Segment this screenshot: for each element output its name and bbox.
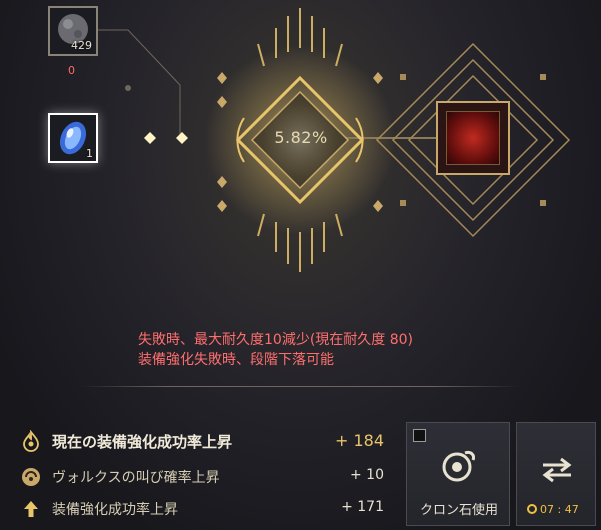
durability-warning: 失敗時、最大耐久度10減少(現在耐久度 80): [138, 332, 414, 348]
success-rate-value: + 171: [341, 499, 384, 515]
valks-rate-label: ヴォルクスの叫び確率上昇: [52, 470, 220, 486]
up-arrow-icon: [24, 501, 38, 517]
black-stone-count: 429: [71, 39, 92, 52]
success-rate-row: 装備強化成功率上昇 + 171: [0, 494, 400, 524]
total-rate-label: 現在の装備強化成功率上昇: [52, 433, 233, 451]
swap-arrows-icon: [542, 457, 572, 483]
flame-swirl-icon: [23, 430, 39, 452]
timer: 07 : 47: [527, 503, 579, 516]
valks-rate-row: ヴォルクスの叫び確率上昇 + 10: [0, 462, 400, 492]
total-rate-value: + 184: [334, 431, 384, 450]
downgrade-warning: 装備強化失敗時、段階下落可能: [138, 352, 334, 368]
cron-stone-button[interactable]: クロン石使用: [406, 422, 510, 526]
divider: [80, 386, 520, 387]
success-rate-label: 装備強化成功率上昇: [52, 502, 178, 518]
valks-rate-value: + 10: [350, 467, 384, 483]
success-rate: 5.82%: [274, 128, 328, 147]
cron-stone-label: クロン石使用: [419, 503, 498, 518]
black-stone-slot[interactable]: 429: [48, 6, 98, 56]
total-rate-row: 現在の装備強化成功率上昇 + 184: [0, 426, 400, 456]
cron-checkbox[interactable]: [413, 429, 426, 442]
swap-button[interactable]: 07 : 47: [516, 422, 596, 526]
target-item-slot[interactable]: [436, 101, 510, 175]
target-item-icon: [446, 111, 500, 165]
failure-warnings: 失敗時、最大耐久度10減少(現在耐久度 80) 装備強化失敗時、段階下落可能: [138, 330, 478, 370]
valks-cry-icon: [22, 468, 40, 486]
stopwatch-icon: [527, 504, 537, 514]
black-stone-owned: 0: [68, 64, 75, 77]
enhancement-window: 429 0 1 5.82% 失敗時、最大耐久度10減少(現在耐久度 80) 装備…: [0, 0, 601, 530]
timer-value: 07 : 47: [540, 503, 579, 516]
cron-stone-icon: [442, 451, 475, 482]
